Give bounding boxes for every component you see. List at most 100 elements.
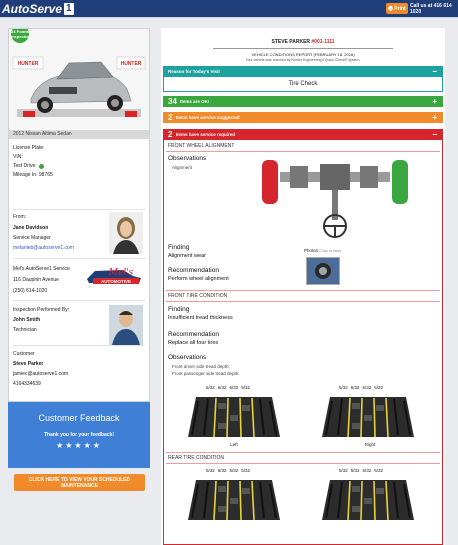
hunter-sign-right: HUNTER	[121, 61, 142, 67]
front-tire-finding-value: Insufficient tread thickness	[168, 315, 233, 321]
depth-value: 5/32	[217, 468, 227, 473]
alignment-photo-thumbnail[interactable]	[306, 257, 340, 285]
suggested-items-bar[interactable]: 2 Items have service suggested +	[163, 112, 443, 123]
rear-left-tire-tread-image	[182, 476, 286, 522]
collapse-icon[interactable]: −	[432, 66, 437, 77]
alignment-finding-value: Alignment wear	[168, 253, 206, 259]
shop-address: 116 Dauphin Avenue	[13, 277, 59, 283]
mels-logo-automotive: AUTOMOTIVE	[101, 279, 131, 284]
depth-value: 5/32	[339, 468, 348, 473]
front-tire-recommendation-value: Replace all four tires	[168, 340, 219, 346]
test-drive-label: Test Drive:	[13, 163, 37, 169]
collapse-icon[interactable]: −	[432, 129, 437, 140]
front-left-depths: 5/32 6/32 6/32 5/32	[206, 385, 250, 390]
rear-tire-section-title: REAR TIRE CONDITION	[168, 455, 225, 461]
logo-text: AutoServe	[2, 2, 63, 16]
alignment-recommendation-label: Recommendation	[168, 267, 219, 274]
inspector-name: John Smith	[13, 317, 41, 323]
alignment-section-title: FRONT WHEEL ALIGNMENT	[168, 143, 235, 149]
license-plate-label: License Plate:	[13, 145, 45, 151]
view-scheduled-maintenance-button[interactable]: CLICK HERE TO VIEW YOUR SCHEDULED MAINTE…	[14, 474, 145, 491]
section-rule	[166, 452, 440, 453]
report-customer: STEVE PARKER #001-1111	[161, 39, 445, 45]
depth-value: 6/32	[350, 385, 360, 390]
front-right-tire-tread-image	[316, 393, 420, 439]
section-rule	[166, 463, 440, 464]
depth-value: 6/32	[229, 385, 239, 390]
customer-name: Steve Parker	[13, 361, 44, 367]
shop-name: Mel's AutoServe1 Service	[13, 266, 70, 272]
mels-automotive-logo: Mel's AUTOMOTIVE	[85, 265, 143, 287]
section-rule	[166, 301, 440, 302]
autoserve-logo[interactable]: AutoServe 1	[2, 2, 74, 16]
section-rule	[166, 290, 440, 291]
manager-name: Jane Davidson	[13, 225, 49, 231]
manager-email-link[interactable]: melanieb@autoserve1.com	[13, 245, 74, 251]
customer-phone: 4164334639	[13, 381, 41, 387]
front-left-tire-tread-image	[182, 393, 286, 439]
rating-stars[interactable]: ★★★★★	[8, 441, 150, 450]
photos-hint: (Click to view)	[319, 249, 342, 253]
divider	[13, 258, 145, 259]
required-count: 2	[168, 130, 173, 139]
depth-value: 5/32	[339, 385, 348, 390]
rear-left-depths: 5/32 5/32 5/32 5/32	[206, 468, 250, 473]
hunter-sign-left: HUNTER	[18, 61, 39, 67]
depth-value: 5/32	[350, 468, 360, 473]
manager-role: Service Manager	[13, 235, 51, 241]
printer-icon	[388, 6, 394, 11]
vehicle-name: 2012 Nissan Altima Sedan	[9, 130, 149, 139]
test-drive-row: Test Drive:	[13, 163, 44, 169]
report-panel: STEVE PARKER #001-1111 VEHICLE CONDITION…	[161, 28, 445, 545]
alignment-recommendation-value: Perform wheel alignment	[168, 276, 229, 282]
divider	[13, 300, 145, 301]
suggested-count: 2	[168, 113, 173, 122]
front-tire-finding-label: Finding	[168, 306, 190, 313]
inspector-label: Inspection Performed By:	[13, 307, 70, 313]
mileage-value: 98765	[38, 172, 53, 178]
expand-icon[interactable]: +	[432, 96, 437, 107]
reason-bar[interactable]: Reason for Today's Visit −	[163, 66, 443, 77]
front-right-label: Right	[364, 442, 376, 447]
alignment-observations-label: Observations	[168, 155, 207, 162]
ok-label: Items are OK!	[180, 99, 210, 104]
required-items-bar[interactable]: 2 Items have service required −	[163, 129, 443, 140]
required-label: Items have service required	[175, 132, 236, 137]
report-customer-id: #001-1111	[311, 39, 335, 45]
customer-feedback-panel: Customer Feedback Thank you for your fee…	[8, 402, 150, 468]
logo-number: 1	[64, 3, 74, 15]
front-right-depths: 5/32 6/32 6/32 5/32	[339, 385, 383, 390]
alignment-observation-value: Alignment	[172, 165, 193, 170]
depth-value: 5/32	[241, 468, 251, 473]
alignment-diagram	[260, 156, 410, 240]
print-button[interactable]: Print	[386, 3, 408, 14]
ok-items-bar[interactable]: 34 Items are OK! +	[163, 96, 443, 107]
depth-value: 5/32	[229, 468, 239, 473]
front-tire-observations-label: Observations	[168, 354, 207, 361]
customer-email: jamiec@autoserve1.com	[13, 371, 69, 377]
call-us-text: Call us at 416 614 1020	[410, 2, 452, 15]
expand-icon[interactable]: +	[432, 112, 437, 123]
divider	[13, 209, 145, 210]
report-subtitle: Your vehicle was checked by Hunter Engin…	[245, 58, 361, 62]
depth-value: 5/32	[206, 385, 215, 390]
report-title: VEHICLE CONDITIONS REPORT (FEBRUARY 18, …	[251, 52, 355, 57]
required-items-content: FRONT WHEEL ALIGNMENT Observations Align…	[163, 140, 443, 545]
feedback-thanks: Thank you for your feedback!	[43, 432, 114, 438]
header-rule	[213, 48, 393, 49]
mileage-label: Mileage In:	[13, 172, 38, 178]
report-customer-name: STEVE PARKER	[271, 39, 311, 45]
depth-value: 6/32	[217, 385, 227, 390]
front-left-label: Left	[230, 442, 238, 447]
suggested-label: Items have service suggested	[175, 115, 240, 120]
rear-right-depths: 5/32 5/32 5/32 5/32	[339, 468, 383, 473]
customer-label: Customer	[13, 351, 35, 357]
vehicle-info-panel: HUNTER HUNTER 24 Points Inspection 2012 …	[8, 28, 150, 402]
divider	[13, 345, 145, 346]
top-bar: AutoServe 1 Print Call us at 416 614 102…	[0, 0, 458, 18]
depth-value: 6/32	[362, 385, 372, 390]
vin-label: VIN:	[13, 154, 23, 160]
reason-label: Reason for Today's Visit	[168, 69, 220, 74]
mileage-row: Mileage In: 98765	[13, 172, 53, 178]
technician-avatar	[109, 305, 143, 345]
